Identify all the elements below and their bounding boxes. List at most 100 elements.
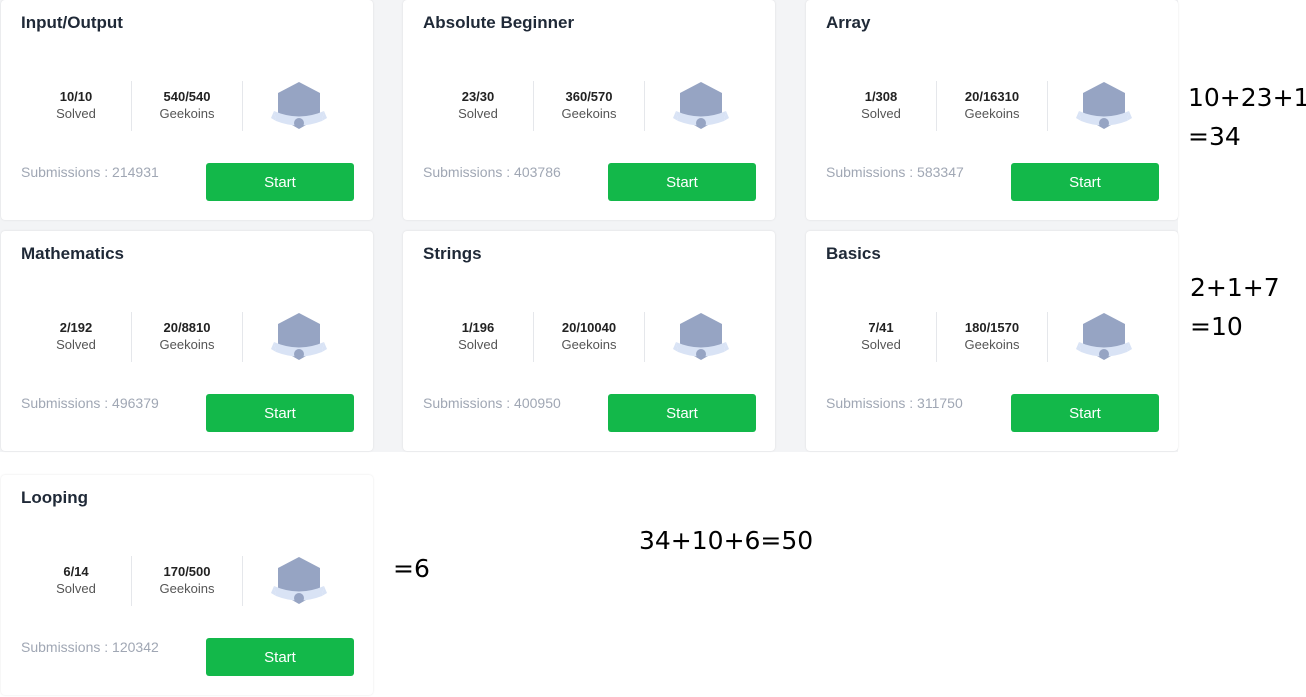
submissions-value: 214931: [112, 164, 159, 180]
stat-divider: [242, 312, 243, 362]
submissions-label: Submissions :: [21, 164, 113, 180]
stat-divider: [644, 81, 645, 131]
submissions-label: Submissions :: [826, 164, 918, 180]
geekoins-label: Geekoins: [964, 106, 1020, 121]
submissions-count: Submissions : 400950: [423, 395, 561, 411]
card-title: Strings: [423, 244, 482, 263]
submissions-count: Submissions : 496379: [21, 395, 159, 411]
geekoins-label: Geekoins: [159, 581, 215, 596]
submissions-value: 403786: [514, 164, 561, 180]
submissions-label: Submissions :: [423, 395, 515, 411]
geekoins-stat: 360/570 Geekoins: [534, 88, 644, 123]
solved-label: Solved: [861, 106, 901, 121]
start-button[interactable]: Start: [206, 394, 354, 432]
badge-knob: [294, 349, 304, 359]
solved-value: 1/196: [461, 320, 495, 335]
solved-stat: 23/30 Solved: [423, 88, 533, 123]
topic-card: Input/Output 10/10 Solved 540/540 Geekoi…: [1, 0, 373, 220]
badge-knob: [1099, 118, 1109, 128]
solved-label: Solved: [56, 581, 96, 596]
stat-divider: [644, 312, 645, 362]
annotation-total: 34+10+6=50: [639, 526, 814, 555]
solved-stat: 2/192 Solved: [21, 319, 131, 354]
geekoins-label: Geekoins: [964, 337, 1020, 352]
topic-card: Looping 6/14 Solved 170/500 Geekoins Sub…: [1, 475, 373, 695]
topic-card: Strings 1/196 Solved 20/10040 Geekoins S…: [403, 231, 775, 451]
geekoins-label: Geekoins: [561, 337, 617, 352]
geekoins-stat: 540/540 Geekoins: [132, 88, 242, 123]
card-title: Array: [826, 13, 871, 32]
card-title: Input/Output: [21, 13, 123, 32]
geekoins-value: 20/16310: [964, 89, 1020, 104]
submissions-value: 496379: [112, 395, 159, 411]
geekoins-value: 20/10040: [561, 320, 617, 335]
submissions-count: Submissions : 311750: [826, 395, 963, 411]
geekoins-label: Geekoins: [561, 106, 617, 121]
start-button[interactable]: Start: [206, 638, 354, 676]
submissions-count: Submissions : 120342: [21, 639, 159, 655]
submissions-value: 583347: [917, 164, 964, 180]
submissions-count: Submissions : 583347: [826, 164, 964, 180]
solved-label: Solved: [458, 106, 498, 121]
solved-value: 2/192: [59, 320, 93, 335]
geekoins-value: 360/570: [565, 89, 613, 104]
badge-icon: [1076, 311, 1132, 367]
badge-icon: [1076, 80, 1132, 136]
geekoins-stat: 170/500 Geekoins: [132, 563, 242, 598]
badge-icon: [673, 311, 729, 367]
start-button[interactable]: Start: [206, 163, 354, 201]
badge-knob: [294, 593, 304, 603]
badge-icon: [271, 80, 327, 136]
annotation-row1-result: =34: [1188, 122, 1241, 151]
badge-knob: [294, 118, 304, 128]
solved-stat: 10/10 Solved: [21, 88, 131, 123]
card-title: Looping: [21, 488, 89, 507]
topic-card: Absolute Beginner 23/30 Solved 360/570 G…: [403, 0, 775, 220]
solved-label: Solved: [56, 106, 96, 121]
geekoins-stat: 20/10040 Geekoins: [534, 319, 644, 354]
stat-divider: [242, 81, 243, 131]
start-button[interactable]: Start: [1011, 394, 1159, 432]
solved-value: 6/14: [63, 564, 89, 579]
geekoins-value: 180/1570: [964, 320, 1020, 335]
geekoins-stat: 180/1570 Geekoins: [937, 319, 1047, 354]
start-button[interactable]: Start: [1011, 163, 1159, 201]
topic-card: Basics 7/41 Solved 180/1570 Geekoins Sub…: [806, 231, 1178, 451]
annotation-row2-result: =10: [1190, 312, 1243, 341]
annotation-row2: 2+1+7 =10: [1190, 268, 1280, 346]
annotation-row1-sum: 10+23+1: [1188, 83, 1306, 112]
submissions-label: Submissions :: [21, 639, 113, 655]
badge-knob: [696, 349, 706, 359]
submissions-count: Submissions : 403786: [423, 164, 561, 180]
solved-value: 7/41: [868, 320, 894, 335]
card-title: Mathematics: [21, 244, 124, 263]
topic-card: Array 1/308 Solved 20/16310 Geekoins Sub…: [806, 0, 1178, 220]
badge-icon: [271, 311, 327, 367]
start-button[interactable]: Start: [608, 163, 756, 201]
solved-stat: 1/308 Solved: [826, 88, 936, 123]
badge-icon: [271, 555, 327, 611]
solved-value: 23/30: [461, 89, 495, 104]
stat-divider: [242, 556, 243, 606]
solved-label: Solved: [458, 337, 498, 352]
badge-icon: [673, 80, 729, 136]
solved-label: Solved: [861, 337, 901, 352]
submissions-label: Submissions :: [21, 395, 113, 411]
solved-stat: 7/41 Solved: [826, 319, 936, 354]
stat-divider: [1047, 312, 1048, 362]
solved-value: 1/308: [864, 89, 898, 104]
badge-knob: [696, 118, 706, 128]
badge-knob: [1099, 349, 1109, 359]
submissions-value: 120342: [112, 639, 159, 655]
stat-divider: [1047, 81, 1048, 131]
geekoins-value: 20/8810: [163, 320, 211, 335]
solved-label: Solved: [56, 337, 96, 352]
geekoins-stat: 20/16310 Geekoins: [937, 88, 1047, 123]
submissions-label: Submissions :: [826, 395, 918, 411]
start-button[interactable]: Start: [608, 394, 756, 432]
annotation-row3-result: =6: [393, 554, 430, 583]
annotation-row2-sum: 2+1+7: [1190, 273, 1280, 302]
annotation-row1: 10+23+1 =34: [1188, 78, 1306, 156]
card-title: Absolute Beginner: [423, 13, 575, 32]
submissions-value: 311750: [917, 395, 963, 411]
